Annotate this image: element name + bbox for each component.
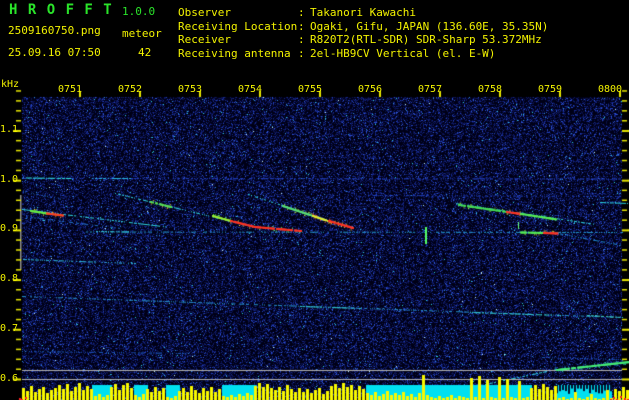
freq-label-0.9: 0.9 [0,223,19,234]
info-row-receiver: Receiver: R820T2(RTL-SDR) SDR-Sharp 53.37… [178,33,548,47]
app-title: H R O F F T [9,2,113,18]
freq-label-1.1: 1.1 [0,124,19,135]
spectrogram-canvas [0,0,629,400]
info-row-observer: Observer: Takanori Kawachi [178,6,548,20]
time-label-0800: 0800 [597,84,623,95]
station-info: Observer: Takanori Kawachi Receiving Loca… [178,6,548,60]
info-value: 2el-HB9CV Vertical (el. E-W) [310,46,496,60]
time-label-0754: 0754 [237,84,263,95]
freq-label-0.6: 0.6 [0,373,19,384]
datetime-label: 25.09.16 07:50 [8,46,101,59]
time-label-0752: 0752 [117,84,143,95]
info-separator: : [298,46,305,60]
echo-count: 42 [138,46,152,59]
time-label-0758: 0758 [477,84,503,95]
output-filename: 2509160750.png [8,24,101,37]
freq-unit-label: kHz [1,79,20,90]
freq-label-0.7: 0.7 [0,323,19,334]
info-separator: : [298,33,305,46]
info-label: Receiving Location [178,19,298,33]
time-label-0751: 0751 [57,84,83,95]
app-version: 1.0.0 [122,5,156,18]
info-value: Takanori Kawachi [310,6,416,19]
info-separator: : [298,6,305,19]
info-label: Observer [178,6,231,19]
freq-label-0.8: 0.8 [0,273,19,284]
mode-label: meteor [122,27,162,40]
info-row-location: Receiving Location: Ogaki, Gifu, JAPAN (1… [178,20,548,34]
time-label-0759: 0759 [537,84,563,95]
time-label-0757: 0757 [417,84,443,95]
info-separator: : [298,19,305,33]
freq-label-1.0: 1.0 [0,173,19,185]
info-row-antenna: Receiving antenna:2el-HB9CV Vertical (el… [178,47,548,61]
info-value: R820T2(RTL-SDR) SDR-Sharp 53.372MHz [310,33,542,46]
time-label-0756: 0756 [357,84,383,95]
time-label-0755: 0755 [297,84,323,95]
info-label: Receiver [178,33,231,46]
info-label: Receiving antenna [178,46,291,60]
info-value: Ogaki, Gifu, JAPAN (136.60E, 35.35N) [310,19,549,33]
hrofft-window: H R O F F T 1.0.0 2509160750.png meteor … [0,0,629,400]
time-label-0753: 0753 [177,84,203,95]
